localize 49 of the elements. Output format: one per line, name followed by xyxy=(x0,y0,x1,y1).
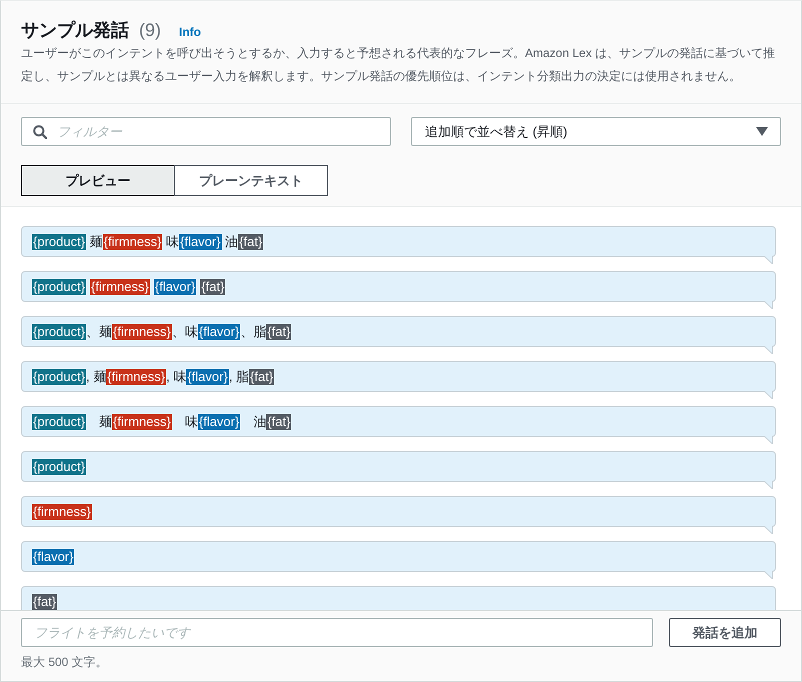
utterance-count: (9) xyxy=(139,19,161,42)
utterance-text: , 味 xyxy=(166,368,186,384)
slot-tag: {flavor} xyxy=(198,414,240,430)
utterance-text: 麺 xyxy=(98,414,112,430)
slot-tag: {fat} xyxy=(200,278,226,294)
slot-tag: {flavor} xyxy=(154,278,196,294)
utterance-text: , 麺 xyxy=(86,368,106,384)
slot-tag: {firmness} xyxy=(102,234,162,250)
slot-tag: {product} xyxy=(32,368,86,384)
slot-tag: {firmness} xyxy=(32,504,92,520)
slot-tag: {flavor} xyxy=(179,234,222,250)
section-description: ユーザーがこのインテントを呼び出そうとするか、入力すると予想される代表的なフレーズ。Amazon Lex は、サンプルの発話に基づいて推定し、サンプルとは異なるユーザー入力を解釈します。サンプル発話の優先順位は、インテント分類出力の決定には使用されません。 xyxy=(21,45,776,85)
section-title: サンプル発話 xyxy=(21,19,129,42)
slot-tag: {firmness} xyxy=(112,414,172,430)
slot-tag: {product} xyxy=(32,324,86,340)
slot-tag: {firmness} xyxy=(106,368,166,384)
utterance-text: 、麺 xyxy=(86,324,112,340)
view-tab[interactable]: プレーンテキスト xyxy=(174,165,328,196)
view-tab[interactable]: プレビュー xyxy=(21,165,175,196)
utterance-text: 、脂 xyxy=(240,324,266,340)
utterance-text: 油 xyxy=(252,414,266,430)
utterance-text: 油 xyxy=(224,234,238,250)
utterance-text: 味 xyxy=(165,234,180,250)
character-limit-hint: 最大 500 文字。 xyxy=(21,654,109,670)
slot-tag: {firmness} xyxy=(90,278,150,294)
slot-tag: {flavor} xyxy=(186,368,229,384)
utterance-text: 麺 xyxy=(88,234,103,250)
slot-tag: {product} xyxy=(32,414,86,430)
slot-tag: {fat} xyxy=(266,324,292,340)
slot-tag: {product} xyxy=(32,278,86,294)
utterance-text: 、味 xyxy=(172,324,198,340)
utterance-text: 味 xyxy=(184,414,198,430)
slot-tag: {fat} xyxy=(238,234,264,250)
slot-tag: {fat} xyxy=(249,368,274,384)
caret-down-icon xyxy=(756,127,768,136)
filter-input[interactable]: フィルター xyxy=(21,117,391,146)
slot-tag: {fat} xyxy=(32,594,58,610)
slot-tag: {flavor} xyxy=(32,548,74,564)
slot-tag: {firmness} xyxy=(112,324,172,340)
add-utterance-button[interactable]: 発話を追加 xyxy=(669,618,781,647)
search-icon xyxy=(33,125,47,139)
slot-tag: {product} xyxy=(32,458,86,474)
slot-tag: {fat} xyxy=(266,414,292,430)
utterance-input[interactable]: フライトを予約したいです xyxy=(21,618,653,647)
slot-tag: {flavor} xyxy=(198,324,240,340)
sort-dropdown[interactable]: 追加順で並べ替え (昇順) xyxy=(411,117,781,146)
slot-tag: {product} xyxy=(32,234,86,250)
utterance-text: , 脂 xyxy=(228,368,250,384)
info-link[interactable]: Info xyxy=(179,25,201,39)
